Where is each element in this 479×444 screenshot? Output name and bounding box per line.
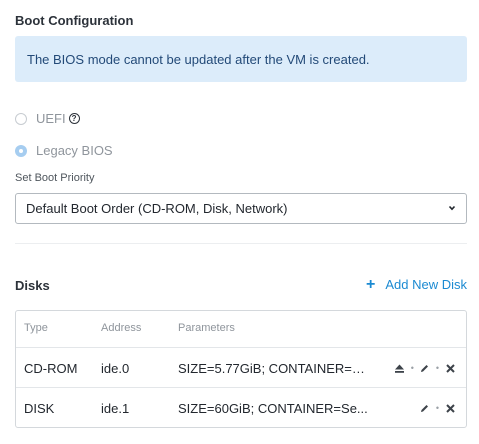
add-new-disk-button[interactable]: + Add New Disk: [366, 276, 467, 293]
add-new-disk-label: Add New Disk: [385, 277, 467, 292]
legacy-bios-radio[interactable]: [15, 144, 27, 157]
boot-configuration-title: Boot Configuration: [15, 13, 134, 28]
delete-icon[interactable]: [444, 362, 456, 374]
column-header-type: Type: [24, 322, 48, 334]
edit-icon[interactable]: [419, 402, 431, 414]
boot-priority-value: Default Boot Order (CD-ROM, Disk, Networ…: [26, 201, 288, 216]
column-header-parameters: Parameters: [178, 322, 235, 334]
question-circle-icon[interactable]: ?: [68, 113, 80, 124]
disk-type: DISK: [24, 401, 55, 416]
disks-table: Type Address Parameters CD-ROM ide.0 SIZ…: [15, 310, 467, 428]
separator-dot: •: [435, 363, 439, 373]
separator-dot: •: [410, 363, 414, 373]
disk-parameters: SIZE=60GiB; CONTAINER=Se...: [178, 401, 368, 416]
plus-icon: +: [366, 276, 376, 293]
disks-title: Disks: [15, 278, 50, 293]
bios-info-text: The BIOS mode cannot be updated after th…: [27, 51, 370, 67]
row-actions: •: [419, 401, 456, 415]
row-actions: • •: [394, 361, 456, 375]
legacy-bios-option[interactable]: Legacy BIOS: [15, 143, 113, 158]
edit-icon[interactable]: [419, 362, 431, 374]
bios-info-banner: The BIOS mode cannot be updated after th…: [15, 36, 467, 82]
table-row: CD-ROM ide.0 SIZE=5.77GiB; CONTAINER=S..…: [16, 347, 466, 387]
disk-type: CD-ROM: [24, 361, 78, 376]
uefi-radio[interactable]: [15, 112, 27, 125]
boot-priority-select[interactable]: Default Boot Order (CD-ROM, Disk, Networ…: [15, 193, 467, 224]
chevron-down-icon: [448, 205, 456, 211]
separator-dot: •: [435, 403, 439, 413]
disk-address: ide.0: [101, 361, 130, 376]
uefi-label: UEFI: [36, 111, 66, 126]
eject-icon[interactable]: [394, 362, 406, 374]
column-header-address: Address: [101, 322, 142, 334]
disk-address: ide.1: [101, 401, 130, 416]
legacy-bios-label: Legacy BIOS: [36, 143, 113, 158]
uefi-option[interactable]: UEFI ?: [15, 111, 80, 126]
section-divider: [15, 243, 467, 244]
delete-icon[interactable]: [444, 402, 456, 414]
table-row: DISK ide.1 SIZE=60GiB; CONTAINER=Se... •: [16, 387, 466, 427]
table-header: Type Address Parameters: [16, 311, 466, 347]
boot-priority-label: Set Boot Priority: [15, 172, 95, 184]
disk-parameters: SIZE=5.77GiB; CONTAINER=S...: [178, 361, 370, 376]
